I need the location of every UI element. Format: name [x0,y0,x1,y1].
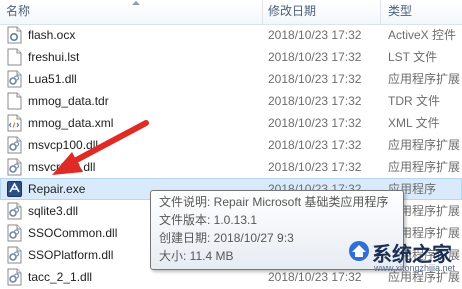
tooltip-size: 大小: 11.4 MB [159,249,234,263]
file-type: LST 文件 [388,50,438,64]
column-divider[interactable] [262,0,263,24]
file-name: freshui.lst [28,50,80,64]
activex-file-icon [7,26,22,44]
file-type: XML 文件 [388,116,440,130]
dll-file-icon [7,158,22,176]
file-row[interactable]: freshui.lst 2018/10/23 17:32 LST 文件 [0,46,462,68]
file-row[interactable]: flash.ocx 2018/10/23 17:32 ActiveX 控件 [0,24,462,46]
file-row[interactable]: msvcr100.dll 2018/10/23 17:32 应用程序扩展 [0,156,462,178]
tooltip-description: 文件说明: Repair Microsoft 基础类应用程序 [159,195,389,209]
column-header-bar: 名称 修改日期 类型 [0,0,462,25]
file-name: Repair.exe [28,182,86,196]
blank-file-icon [7,92,22,110]
dll-file-icon [7,246,22,264]
dll-file-icon [7,224,22,242]
column-divider[interactable] [380,0,381,24]
watermark-url: www.xitongzhijia.net [374,263,456,273]
dll-file-icon [7,70,22,88]
tooltip-version: 文件版本: 1.0.13.1 [159,213,258,227]
file-row[interactable]: mmog_data.tdr 2018/10/23 17:32 TDR 文件 [0,90,462,112]
file-name: flash.ocx [28,28,76,42]
file-date: 2018/10/23 17:32 [268,72,362,86]
file-name: Lua51.dll [28,72,77,86]
column-header-type[interactable]: 类型 [388,0,412,24]
column-header-name[interactable]: 名称 [6,0,30,24]
sort-ascending-icon [132,1,140,5]
tooltip-created: 创建日期: 2018/10/27 9:3 [159,231,294,245]
watermark-logo-icon [349,241,369,261]
repair-exe-icon [7,180,22,198]
file-date: 2018/10/23 17:32 [268,28,362,42]
xml-file-icon [7,114,22,132]
file-date: 2018/10/23 17:32 [268,50,362,64]
blank-file-icon [7,48,22,66]
file-row[interactable]: msvcp100.dll 2018/10/23 17:32 应用程序扩展 [0,134,462,156]
file-name: mmog_data.tdr [28,94,109,108]
file-date: 2018/10/23 17:32 [268,138,362,152]
file-type: TDR 文件 [388,94,440,108]
file-type: 应用程序扩展 [388,160,461,174]
column-header-date[interactable]: 修改日期 [268,0,316,24]
file-type: 应用程序扩展 [388,72,461,86]
dll-file-icon [7,136,22,154]
file-type: ActiveX 控件 [388,28,457,42]
file-row[interactable]: Lua51.dll 2018/10/23 17:32 应用程序扩展 [0,68,462,90]
file-name: msvcr100.dll [28,160,96,174]
file-date: 2018/10/23 17:32 [268,116,362,130]
file-row[interactable]: mmog_data.xml 2018/10/23 17:32 XML 文件 [0,112,462,134]
file-name: tacc_2_1.dll [28,270,93,284]
file-name: SSOPlatform.dll [28,248,114,262]
file-name: mmog_data.xml [28,116,114,130]
file-name: SSOCommon.dll [28,226,118,240]
file-name: sqlite3.dll [28,204,79,218]
file-type: 应用程序扩展 [388,138,461,152]
dll-file-icon [7,202,22,220]
file-date: 2018/10/23 17:32 [268,94,362,108]
file-name: msvcp100.dll [28,138,99,152]
dll-file-icon [7,268,22,286]
file-date: 2018/10/23 17:32 [268,160,362,174]
